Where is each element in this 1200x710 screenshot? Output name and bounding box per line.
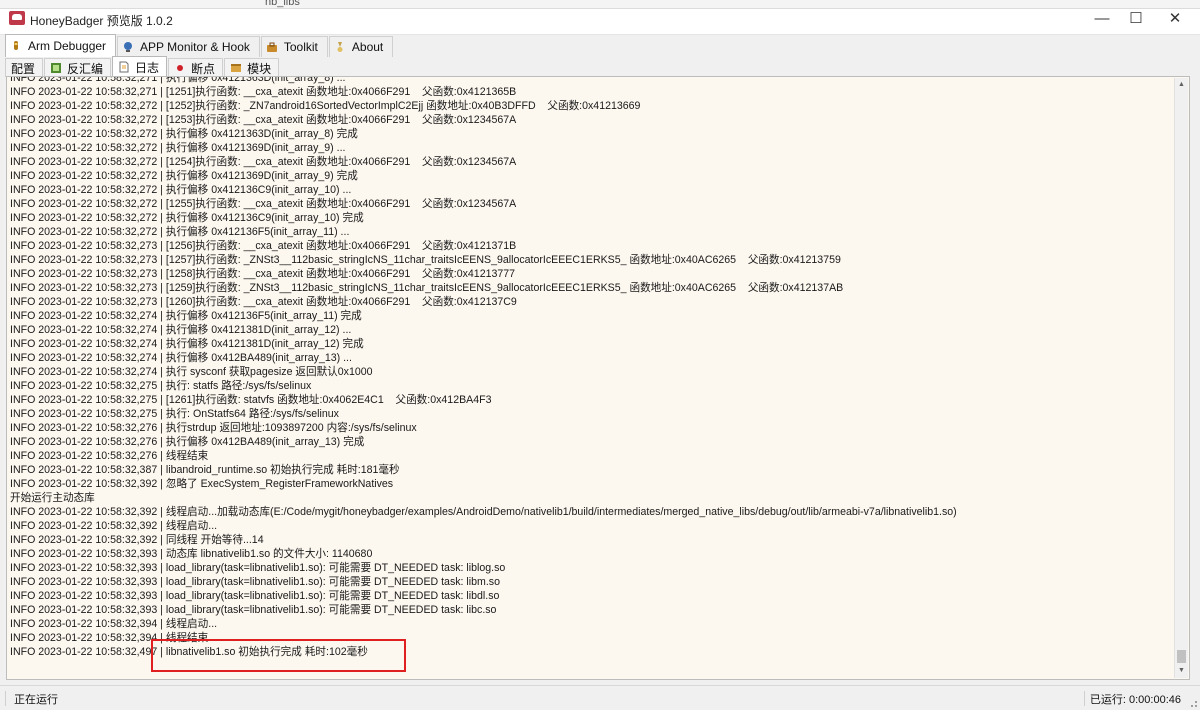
tab-log[interactable]: 日志 (112, 56, 168, 77)
log-line: INFO 2023-01-22 10:58:32,392 | 线程启动... (10, 520, 218, 532)
log-line: INFO 2023-01-22 10:58:32,273 | [1257]执行函… (10, 254, 841, 266)
tab-label: 日志 (135, 60, 160, 75)
scrollbar-thumb[interactable] (1177, 650, 1186, 663)
log-line: INFO 2023-01-22 10:58:32,273 | [1260]执行函… (10, 296, 517, 308)
log-line: INFO 2023-01-22 10:58:32,271 | [1251]执行函… (10, 86, 517, 98)
tab-label: 模块 (247, 61, 272, 76)
log-line: INFO 2023-01-22 10:58:32,274 | 执行 syscon… (10, 366, 373, 378)
vertical-scrollbar[interactable]: ▲ ▼ (1174, 78, 1188, 678)
log-line: INFO 2023-01-22 10:58:32,272 | 执行偏移 0x41… (10, 226, 350, 238)
log-line: INFO 2023-01-22 10:58:32,393 | load_libr… (10, 576, 500, 588)
highlight-annotation-box (151, 639, 406, 672)
toolkit-icon (266, 42, 277, 52)
info-icon (337, 42, 343, 52)
document-icon (119, 61, 129, 73)
log-line: INFO 2023-01-22 10:58:32,272 | 执行偏移 0x41… (10, 184, 352, 196)
disassembly-icon (51, 63, 62, 73)
log-line: INFO 2023-01-22 10:58:32,272 | [1255]执行函… (10, 198, 517, 210)
title-bar[interactable]: nb_libs HoneyBadger 预览版 1.0.2 — ☐ ✕ (0, 0, 1200, 35)
log-line: INFO 2023-01-22 10:58:32,273 | [1259]执行函… (10, 282, 844, 294)
log-line: INFO 2023-01-22 10:58:32,274 | 执行偏移 0x41… (10, 352, 352, 364)
tab-about[interactable]: About (328, 36, 394, 57)
tab-module[interactable]: 模块 (224, 58, 280, 77)
honeybadger-app-icon (9, 11, 25, 25)
status-divider (1084, 691, 1085, 706)
log-line: INFO 2023-01-22 10:58:32,275 | 执行: statf… (10, 380, 312, 392)
log-line: INFO 2023-01-22 10:58:32,272 | [1253]执行函… (10, 114, 517, 126)
log-line: INFO 2023-01-22 10:58:32,392 | 线程启动...加载… (10, 506, 957, 518)
log-line: INFO 2023-01-22 10:58:32,276 | 执行strdup … (10, 422, 417, 434)
log-output-panel[interactable]: INFO 2023-01-22 10:58:32,271 | 执行偏移 0x41… (6, 76, 1190, 680)
tab-toolkit[interactable]: Toolkit (260, 36, 328, 57)
maximize-button[interactable]: ☐ (1124, 8, 1148, 30)
close-button[interactable]: ✕ (1163, 8, 1187, 30)
log-line: INFO 2023-01-22 10:58:32,274 | 执行偏移 0x41… (10, 324, 352, 336)
background-window-text: nb_libs (265, 0, 300, 8)
log-line: INFO 2023-01-22 10:58:32,272 | [1252]执行函… (10, 100, 641, 112)
log-line: INFO 2023-01-22 10:58:32,393 | 动态库 libna… (10, 548, 373, 560)
log-line: INFO 2023-01-22 10:58:32,273 | [1256]执行函… (10, 240, 517, 252)
status-bar: 正在运行 已运行: 0:00:00:46 (0, 685, 1200, 710)
run-status-text: 正在运行 (14, 694, 58, 706)
tab-label: Arm Debugger (28, 39, 107, 53)
tab-label: 断点 (191, 61, 216, 76)
log-line: INFO 2023-01-22 10:58:32,273 | [1258]执行函… (10, 268, 516, 280)
tab-label: APP Monitor & Hook (140, 40, 250, 54)
log-line: INFO 2023-01-22 10:58:32,272 | 执行偏移 0x41… (10, 170, 358, 182)
monitor-icon (124, 42, 133, 52)
log-line: INFO 2023-01-22 10:58:32,393 | load_libr… (10, 604, 497, 616)
log-line: INFO 2023-01-22 10:58:32,392 | 忽略了 ExecS… (10, 478, 394, 490)
tab-breakpoint[interactable]: 断点 (168, 58, 224, 77)
log-line: INFO 2023-01-22 10:58:32,276 | 线程结束 (10, 450, 209, 462)
bug-icon (14, 41, 18, 50)
log-line: INFO 2023-01-22 10:58:32,271 | 执行偏移 0x41… (10, 76, 346, 84)
log-line: INFO 2023-01-22 10:58:32,275 | [1261]执行函… (10, 394, 492, 406)
log-line: INFO 2023-01-22 10:58:32,272 | 执行偏移 0x41… (10, 142, 346, 154)
log-line: INFO 2023-01-22 10:58:32,275 | 执行: OnSta… (10, 408, 339, 420)
log-line: INFO 2023-01-22 10:58:32,274 | 执行偏移 0x41… (10, 338, 364, 350)
tab-arm-debugger[interactable]: Arm Debugger (5, 34, 117, 57)
elapsed-time-text: 已运行: 0:00:00:46 (1089, 694, 1181, 706)
log-line: INFO 2023-01-22 10:58:32,276 | 执行偏移 0x41… (10, 436, 365, 448)
log-line: INFO 2023-01-22 10:58:32,272 | [1254]执行函… (10, 156, 517, 168)
log-line: INFO 2023-01-22 10:58:32,392 | 同线程 开始等待.… (10, 534, 264, 546)
log-line: 开始运行主动态库 (10, 492, 95, 504)
breakpoint-icon (177, 65, 184, 71)
tab-app-monitor-hook[interactable]: APP Monitor & Hook (117, 36, 260, 57)
scroll-up-arrow-icon[interactable]: ▲ (1175, 78, 1188, 92)
minimize-button[interactable]: — (1090, 8, 1114, 30)
tab-disassembly[interactable]: 反汇编 (44, 58, 112, 77)
status-divider (5, 691, 6, 706)
tab-label: 反汇编 (67, 61, 104, 76)
log-line: INFO 2023-01-22 10:58:32,394 | 线程启动... (10, 618, 218, 630)
sub-tab-bar: 配置 反汇编 日志 断点 模块 (5, 56, 280, 77)
log-line: INFO 2023-01-22 10:58:32,274 | 执行偏移 0x41… (10, 310, 362, 322)
main-tab-bar: Arm Debugger APP Monitor & Hook Toolkit … (5, 34, 394, 57)
log-line: INFO 2023-01-22 10:58:32,393 | load_libr… (10, 562, 506, 574)
tab-label: Toolkit (283, 40, 318, 54)
tab-label: 配置 (11, 61, 36, 76)
log-line: INFO 2023-01-22 10:58:32,272 | 执行偏移 0x41… (10, 212, 364, 224)
app-window: nb_libs HoneyBadger 预览版 1.0.2 — ☐ ✕ Arm … (0, 0, 1200, 710)
tab-label: About (351, 40, 384, 54)
log-line: INFO 2023-01-22 10:58:32,387 | libandroi… (10, 464, 400, 476)
background-window-strip: nb_libs (0, 0, 1200, 9)
log-line: INFO 2023-01-22 10:58:32,393 | load_libr… (10, 590, 500, 602)
log-line: INFO 2023-01-22 10:58:32,272 | 执行偏移 0x41… (10, 128, 358, 140)
log-lines: INFO 2023-01-22 10:58:32,271 | 执行偏移 0x41… (10, 76, 957, 659)
module-icon (231, 64, 242, 72)
resize-grip-icon[interactable] (1187, 697, 1198, 708)
tab-config[interactable]: 配置 (5, 58, 44, 77)
window-title: HoneyBadger 预览版 1.0.2 (30, 14, 173, 28)
scroll-down-arrow-icon[interactable]: ▼ (1175, 664, 1188, 678)
